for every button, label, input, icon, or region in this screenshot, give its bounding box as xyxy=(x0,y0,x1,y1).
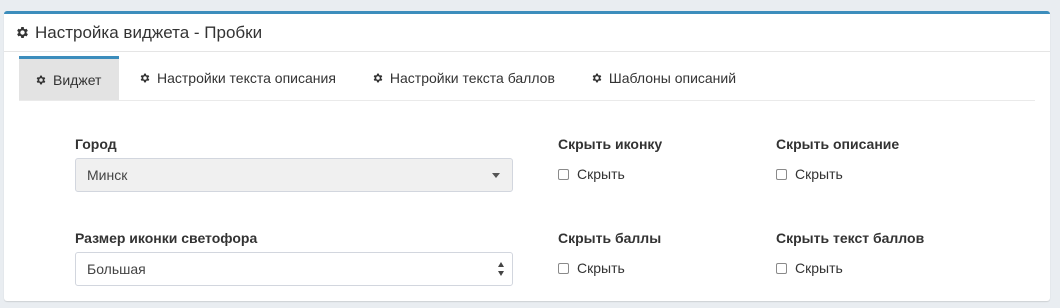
hide-points-text-checkbox-label: Скрыть xyxy=(795,260,843,276)
hide-description-checkbox-row[interactable]: Скрыть xyxy=(776,166,843,182)
city-select[interactable]: Минск xyxy=(75,158,513,192)
gear-icon xyxy=(591,72,603,84)
hide-points-text-checkbox-row[interactable]: Скрыть xyxy=(776,260,843,276)
hide-description-checkbox[interactable] xyxy=(776,168,787,180)
hide-icon-checkbox[interactable] xyxy=(558,168,569,180)
tab-points-text-settings[interactable]: Настройки текста баллов xyxy=(356,56,571,100)
hide-points-text-label: Скрыть текст баллов xyxy=(776,230,925,246)
icon-size-select-value: Большая xyxy=(87,261,146,277)
tab-widget[interactable]: Виджет xyxy=(19,56,119,100)
icon-size-label: Размер иконки светофора xyxy=(75,230,258,246)
panel-title: Настройка виджета - Пробки xyxy=(35,22,263,42)
tab-label: Шаблоны описаний xyxy=(608,70,737,86)
hide-points-label: Скрыть баллы xyxy=(558,230,662,246)
hide-points-checkbox-label: Скрыть xyxy=(577,260,625,276)
tab-label: Виджет xyxy=(53,71,102,88)
widget-settings-panel: Настройка виджета - Пробки Виджет Настро… xyxy=(4,11,1050,301)
hide-points-text-checkbox[interactable] xyxy=(776,262,787,274)
panel-header: Настройка виджета - Пробки xyxy=(4,14,1050,52)
city-label: Город xyxy=(75,136,117,152)
tab-label: Настройки текста описания xyxy=(157,70,336,86)
gear-icon xyxy=(14,25,30,41)
hide-description-label: Скрыть описание xyxy=(776,136,900,152)
gear-icon xyxy=(372,72,384,84)
gear-icon xyxy=(35,74,47,86)
up-down-arrows-icon xyxy=(498,262,506,276)
hide-description-checkbox-label: Скрыть xyxy=(795,166,843,182)
hide-points-checkbox[interactable] xyxy=(558,262,569,274)
hide-icon-label: Скрыть иконку xyxy=(558,136,663,152)
tab-label: Настройки текста баллов xyxy=(389,70,555,86)
icon-size-select[interactable]: Большая xyxy=(75,252,513,286)
tab-description-text-settings[interactable]: Настройки текста описания xyxy=(123,56,352,100)
tab-description-templates[interactable]: Шаблоны описаний xyxy=(575,56,752,100)
tab-bar: Виджет Настройки текста описания Настрой… xyxy=(19,56,1035,101)
caret-down-icon xyxy=(492,173,500,178)
city-select-value: Минск xyxy=(87,167,128,183)
hide-icon-checkbox-row[interactable]: Скрыть xyxy=(558,166,625,182)
hide-points-checkbox-row[interactable]: Скрыть xyxy=(558,260,625,276)
hide-icon-checkbox-label: Скрыть xyxy=(577,166,625,182)
gear-icon xyxy=(139,72,151,84)
